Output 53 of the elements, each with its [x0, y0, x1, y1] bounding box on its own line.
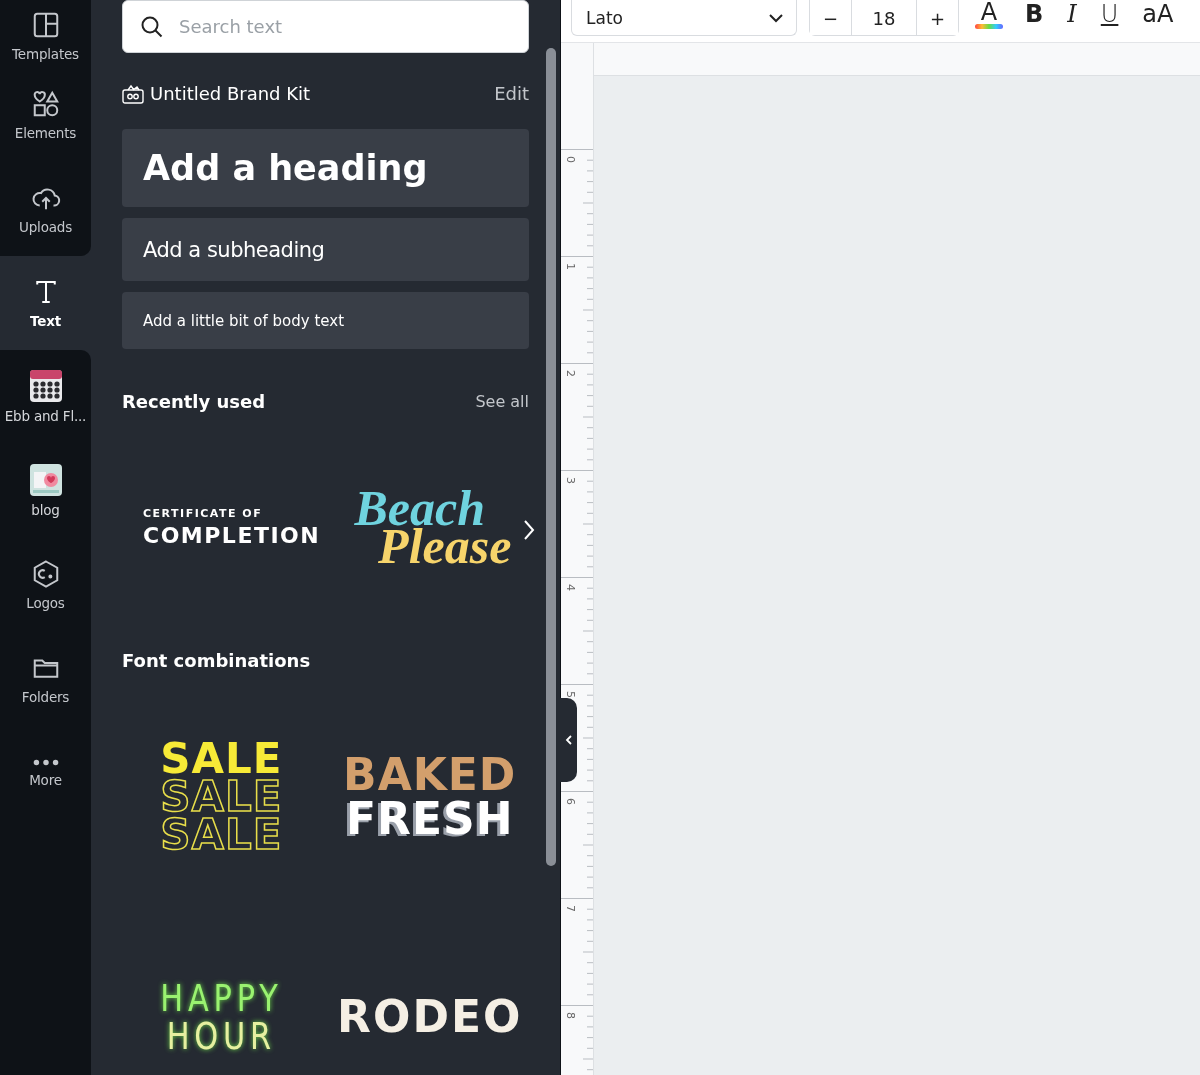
font-preview[interactable]: RODEO [330, 911, 529, 1075]
bold-button[interactable]: B [1019, 0, 1050, 28]
section-title: Font combinations [122, 650, 311, 671]
ruler-number: 3 [564, 477, 577, 484]
ruler-number: 0 [564, 156, 577, 163]
collapse-panel-button[interactable] [560, 698, 577, 782]
chevron-left-icon [564, 734, 573, 746]
ruler-number: 1 [564, 263, 577, 270]
preview-text: FRESH [346, 797, 514, 841]
nav-item[interactable]: Templates [0, 0, 91, 68]
font-dropdown[interactable]: Lato [571, 0, 797, 36]
preview-text: HAPPY [160, 979, 283, 1017]
font-preview[interactable]: CERTIFICATE OF COMPLETION [122, 424, 321, 630]
ruler-number: 4 [564, 584, 577, 591]
preview-text: SALE [160, 814, 283, 856]
edit-link[interactable]: Edit [494, 83, 529, 104]
preview-text: BAKED [343, 753, 517, 797]
brand-kit-title: Untitled Brand Kit [150, 83, 311, 104]
nav-item[interactable]: blog [0, 444, 91, 538]
ruler-number: 2 [564, 370, 577, 377]
ruler-number: 7 [564, 905, 577, 912]
nav-item[interactable]: Uploads [0, 162, 91, 256]
search-icon [140, 15, 164, 39]
heading-button[interactable]: Add a heading [122, 129, 529, 207]
nav-item[interactable]: Ebb and Fl... [0, 350, 91, 444]
search-field[interactable]: Search text [122, 0, 529, 53]
more-icon [32, 758, 59, 766]
ruler-number: 6 [564, 798, 577, 805]
ruler-number: 8 [564, 1012, 577, 1019]
underline-button[interactable]: U [1094, 0, 1125, 28]
see-all-link[interactable]: See all [475, 392, 529, 411]
chevron-down-icon [768, 12, 784, 23]
font-preview[interactable]: HAPPY HOUR [122, 911, 321, 1075]
brand-kit-icon [122, 83, 144, 104]
section-title: Recently used [122, 391, 266, 412]
nav-item[interactable]: Elements [0, 68, 91, 162]
nav-item[interactable]: Folders [0, 632, 91, 726]
preview-text: CERTIFICATE OF [143, 507, 263, 519]
body-button[interactable]: Add a little bit of body text [122, 292, 529, 349]
preview-text: RODEO [337, 995, 523, 1039]
chevron-right-icon[interactable] [522, 518, 536, 542]
scrollbar[interactable] [546, 48, 556, 866]
nav-item[interactable]: Logos [0, 538, 91, 632]
subheading-button[interactable]: Add a subheading [122, 218, 529, 281]
preview-text: COMPLETION [143, 524, 321, 547]
text-color-button[interactable]: A [971, 0, 1007, 29]
preview-text: HOUR [166, 1017, 276, 1055]
italic-button[interactable]: I [1061, 0, 1083, 28]
font-preview[interactable]: SALE SALE SALE [122, 683, 321, 911]
letter-case-button[interactable]: aA [1136, 0, 1180, 28]
font-preview[interactable]: BAKED FRESH [330, 683, 529, 911]
nav-item[interactable]: More [0, 726, 91, 820]
ruler-number: 5 [564, 691, 577, 698]
